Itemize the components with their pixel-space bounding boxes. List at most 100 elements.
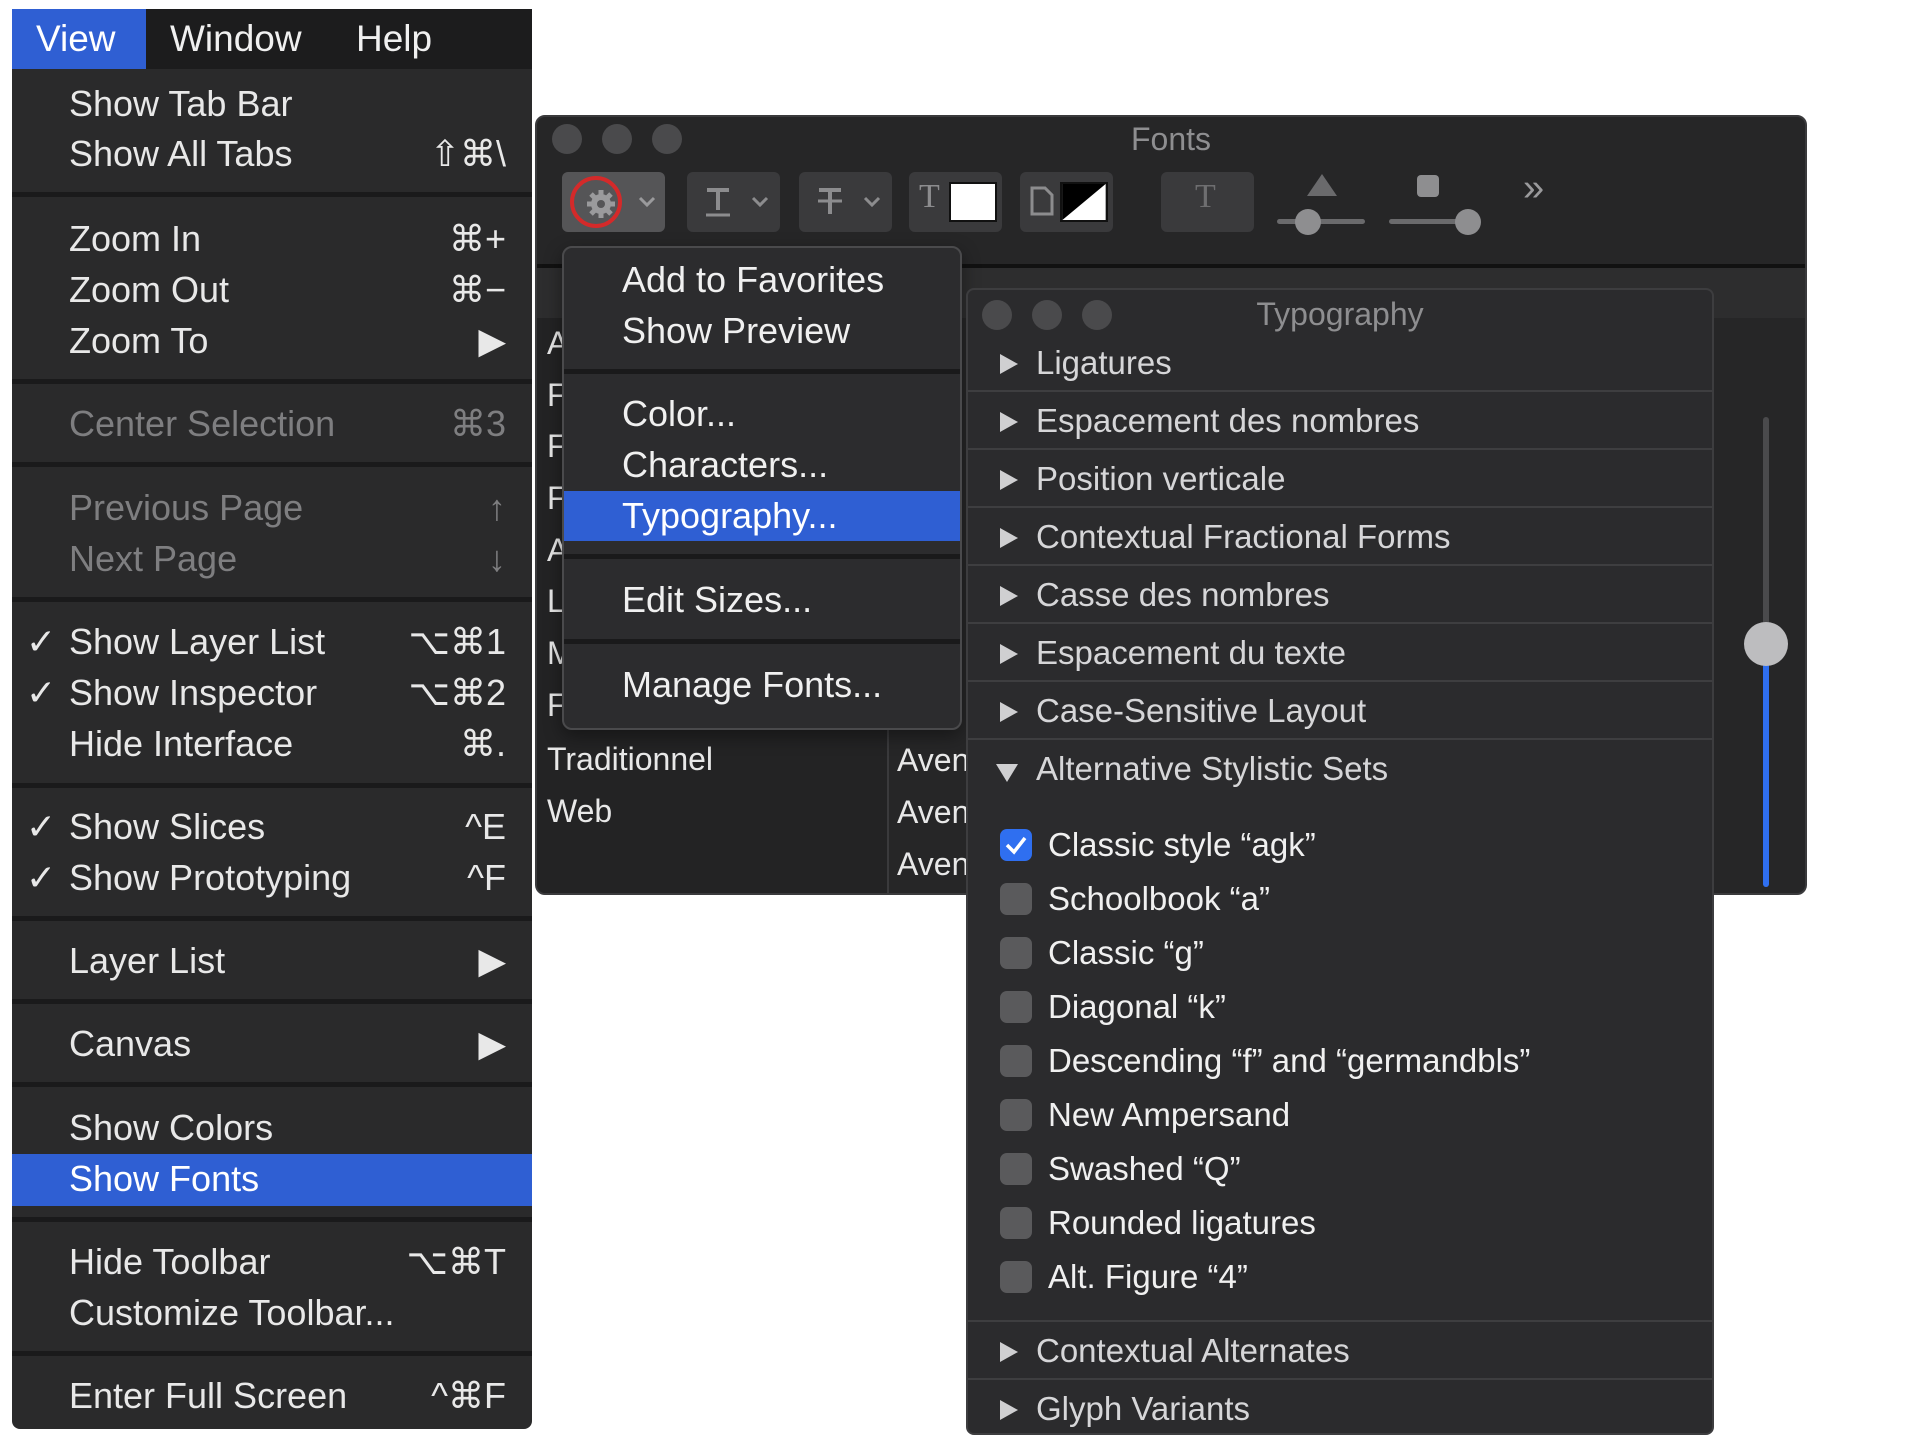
menu-item-customize-toolbar[interactable]: Customize Toolbar...	[12, 1288, 532, 1338]
checkmark-icon: ✓	[26, 857, 57, 898]
action-menu: Add to Favorites Show Preview Color... C…	[562, 246, 962, 730]
gear-icon	[587, 190, 615, 218]
checkmark-icon: ✓	[26, 806, 57, 847]
disclosure-triangle-icon	[1000, 586, 1018, 606]
section-espacement-des-nombres[interactable]: Espacement des nombres	[968, 392, 1712, 450]
menu-item-show-preview[interactable]: Show Preview	[564, 306, 960, 356]
checkbox-label: Schoolbook “a”	[1048, 880, 1270, 917]
menu-item-shortcut: ^F	[467, 857, 506, 898]
submenu-arrow-icon: ▶	[478, 940, 506, 981]
menu-item-hide-interface[interactable]: Hide Interface ⌘.	[12, 719, 532, 769]
menu-separator	[12, 916, 532, 921]
slider-thumb[interactable]	[1455, 209, 1481, 235]
menu-item-typography[interactable]: Typography...	[564, 491, 960, 541]
menu-item-label: Zoom Out	[69, 269, 230, 310]
section-glyph-variants[interactable]: Glyph Variants	[968, 1380, 1712, 1433]
checkbox[interactable]	[1000, 1153, 1032, 1185]
menu-item-show-slices[interactable]: ✓ Show Slices ^E	[12, 802, 532, 852]
menu-separator	[12, 192, 532, 197]
family-item[interactable]: Aven	[897, 742, 969, 779]
checkbox[interactable]	[1000, 937, 1032, 969]
menu-item-label: Zoom To	[69, 320, 209, 361]
checkbox-classic-g[interactable]: Classic “g”	[968, 926, 1712, 980]
disclosure-triangle-icon	[1000, 354, 1018, 374]
menubar-help[interactable]: Help	[332, 9, 456, 69]
menu-item-hide-toolbar[interactable]: Hide Toolbar ⌥⌘T	[12, 1237, 532, 1287]
triangle-icon	[1307, 174, 1337, 196]
menu-item-show-inspector[interactable]: ✓ Show Inspector ⌥⌘2	[12, 668, 532, 718]
section-label: Contextual Fractional Forms	[1036, 518, 1451, 555]
section-alternative-stylistic-sets[interactable]: Alternative Stylistic Sets	[968, 740, 1712, 798]
checkbox-label: Classic “g”	[1048, 934, 1204, 971]
text-shadow-button[interactable]: T	[1161, 172, 1254, 232]
chevron-down-icon	[638, 196, 656, 208]
menu-separator	[12, 462, 532, 467]
menu-item-next-page: Next Page ↓	[12, 534, 532, 584]
section-case-sensitive-layout[interactable]: Case-Sensitive Layout	[968, 682, 1712, 740]
menu-item-show-colors[interactable]: Show Colors	[12, 1103, 532, 1153]
action-gear-button[interactable]	[562, 172, 665, 232]
section-label: Contextual Alternates	[1036, 1332, 1350, 1369]
checkbox[interactable]	[1000, 1261, 1032, 1293]
menubar-window[interactable]: Window	[146, 9, 326, 69]
section-contextual-alternates[interactable]: Contextual Alternates	[968, 1322, 1712, 1380]
menu-item-edit-sizes[interactable]: Edit Sizes...	[564, 575, 960, 625]
menu-item-show-all-tabs[interactable]: Show All Tabs ⇧⌘\	[12, 129, 532, 179]
submenu-arrow-icon: ▶	[478, 320, 506, 361]
menu-item-center-selection: Center Selection ⌘3	[12, 399, 532, 449]
checkbox[interactable]	[1000, 829, 1032, 861]
checkbox[interactable]	[1000, 1045, 1032, 1077]
checkbox-new-ampersand[interactable]: New Ampersand	[968, 1088, 1712, 1142]
section-ligatures[interactable]: Ligatures	[968, 334, 1712, 392]
checkbox-swashed-q[interactable]: Swashed “Q”	[968, 1142, 1712, 1196]
section-casse-des-nombres[interactable]: Casse des nombres	[968, 566, 1712, 624]
menubar-view[interactable]: View	[12, 9, 146, 69]
checkbox[interactable]	[1000, 1099, 1032, 1131]
slider-thumb[interactable]	[1744, 622, 1788, 666]
checkbox-alt-figure-4[interactable]: Alt. Figure “4”	[968, 1250, 1712, 1304]
menu-item-zoom-to[interactable]: Zoom To ▶	[12, 316, 532, 366]
checkbox[interactable]	[1000, 991, 1032, 1023]
menu-item-show-fonts[interactable]: Show Fonts	[12, 1154, 532, 1206]
checkbox-descending-f-germandbls[interactable]: Descending “f” and “germandbls”	[968, 1034, 1712, 1088]
section-espacement-du-texte[interactable]: Espacement du texte	[968, 624, 1712, 682]
section-contextual-fractional-forms[interactable]: Contextual Fractional Forms	[968, 508, 1712, 566]
checkbox-classic-style-agk[interactable]: Classic style “agk”	[968, 818, 1712, 872]
checkbox[interactable]	[1000, 1207, 1032, 1239]
text-underline-button[interactable]	[687, 172, 780, 232]
checkbox-diagonal-k[interactable]: Diagonal “k”	[968, 980, 1712, 1034]
document-color-button[interactable]	[1020, 172, 1113, 232]
menu-item-show-layer-list[interactable]: ✓ Show Layer List ⌥⌘1	[12, 617, 532, 667]
section-label: Position verticale	[1036, 460, 1286, 497]
family-item[interactable]: Aven	[897, 846, 969, 883]
checkbox-schoolbook-a[interactable]: Schoolbook “a”	[968, 872, 1712, 926]
menu-item-characters[interactable]: Characters...	[564, 440, 960, 490]
text-strikethrough-button[interactable]	[799, 172, 892, 232]
section-label: Glyph Variants	[1036, 1390, 1250, 1427]
menu-item-zoom-in[interactable]: Zoom In ⌘+	[12, 214, 532, 264]
menu-item-color[interactable]: Color...	[564, 389, 960, 439]
menu-item-show-tab-bar[interactable]: Show Tab Bar	[12, 79, 532, 129]
menu-item-layer-list[interactable]: Layer List ▶	[12, 936, 532, 986]
menu-item-canvas[interactable]: Canvas ▶	[12, 1019, 532, 1069]
menu-item-add-to-favorites[interactable]: Add to Favorites	[564, 255, 960, 305]
section-label: Alternative Stylistic Sets	[1036, 750, 1389, 787]
collection-item-web[interactable]: Web	[547, 786, 612, 836]
highlight-ring	[570, 176, 622, 228]
text-color-button[interactable]: T	[909, 172, 1002, 232]
menu-item-show-prototyping[interactable]: ✓ Show Prototyping ^F	[12, 853, 532, 903]
collection-item-traditionnel[interactable]: Traditionnel	[547, 734, 713, 784]
menu-item-zoom-out[interactable]: Zoom Out ⌘−	[12, 265, 532, 315]
slider-thumb[interactable]	[1295, 209, 1321, 235]
checkbox-rounded-ligatures[interactable]: Rounded ligatures	[968, 1196, 1712, 1250]
menu-item-manage-fonts[interactable]: Manage Fonts...	[564, 660, 960, 710]
menu-item-shortcut: ⌘.	[459, 723, 506, 764]
toolbar-overflow-button[interactable]: »	[1523, 167, 1544, 210]
menu-item-enter-full-screen[interactable]: Enter Full Screen ^⌘F	[12, 1371, 532, 1421]
menu-separator	[564, 369, 960, 374]
section-position-verticale[interactable]: Position verticale	[968, 450, 1712, 508]
family-item[interactable]: Aven	[897, 794, 969, 831]
disclosure-triangle-icon	[1000, 528, 1018, 548]
checkbox[interactable]	[1000, 883, 1032, 915]
menu-item-label: Hide Interface	[69, 723, 294, 764]
